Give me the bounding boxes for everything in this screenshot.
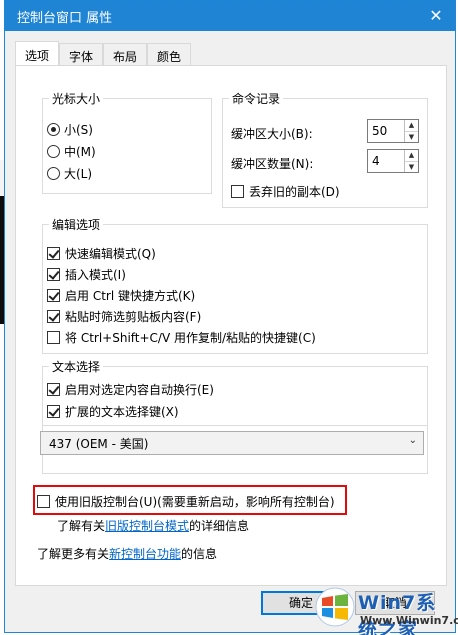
tab-strip: 选项 字体 布局 颜色	[15, 41, 192, 66]
new-console-features-link[interactable]: 新控制台功能	[109, 545, 181, 562]
radio-button-selected[interactable]	[47, 123, 60, 136]
insert-mode-option[interactable]: 插入模式(I)	[47, 266, 126, 283]
highlight-box	[33, 485, 347, 515]
edit-options-group: 编辑选项 快速编辑模式(Q) 插入模式(I) 启用 Ctrl 键快捷方式(K) …	[42, 216, 428, 354]
title-bar: 控制台窗口 属性 ✕	[5, 1, 455, 31]
cursor-size-large[interactable]: 大(L)	[47, 165, 92, 182]
checkbox-checked[interactable]	[47, 289, 60, 302]
ctrl-shortcuts-label: 启用 Ctrl 键快捷方式(K)	[65, 289, 196, 303]
checkbox[interactable]	[231, 185, 244, 198]
quick-edit-option[interactable]: 快速编辑模式(Q)	[47, 245, 156, 262]
discard-duplicates-label: 丢弃旧的副本(D)	[249, 185, 340, 199]
chevron-down-icon[interactable]: ⌄	[409, 435, 417, 446]
more-info-suffix: 的信息	[181, 547, 218, 561]
cursor-size-title: 光标大小	[49, 90, 104, 107]
more-info: 了解更多有关 新控制台功能 的信息	[37, 545, 217, 562]
cursor-size-small[interactable]: 小(S)	[47, 121, 93, 138]
stepper-down-icon[interactable]: ▼	[405, 132, 418, 143]
tab-options[interactable]: 选项	[15, 41, 60, 66]
window-title: 控制台窗口 属性	[17, 10, 113, 26]
cursor-size-medium-label: 中(M)	[64, 145, 96, 159]
stepper-up-icon[interactable]: ▲	[405, 120, 418, 132]
tab-layout[interactable]: 布局	[103, 43, 148, 65]
properties-dialog: 控制台窗口 属性 ✕ 选项 字体 布局 颜色 光标大小 小(S) 中(M) 大(…	[4, 0, 456, 633]
command-history-group: 命令记录 缓冲区大小(B): 50 ▲ ▼ 缓冲区数量(N): 4 ▲ ▼ 丢弃旧的…	[222, 90, 428, 208]
command-history-title: 命令记录	[229, 90, 284, 107]
quick-edit-label: 快速编辑模式(Q)	[65, 247, 156, 261]
legacy-info: 了解有关 旧版控制台模式 的详细信息	[57, 517, 249, 534]
filter-clipboard-option[interactable]: 粘贴时筛选剪贴板内容(F)	[47, 308, 201, 325]
line-wrap-selection-option[interactable]: 启用对选定内容自动换行(E)	[47, 381, 214, 398]
text-selection-group: 文本选择 启用对选定内容自动换行(E) 扩展的文本选择键(X)	[42, 358, 428, 426]
close-icon[interactable]: ✕	[425, 5, 447, 27]
stepper-down-icon[interactable]: ▼	[405, 162, 418, 173]
radio-button[interactable]	[47, 167, 60, 180]
checkbox-checked[interactable]	[47, 310, 60, 323]
ctrl-shift-copy-paste-option[interactable]: 将 Ctrl+Shift+C/V 用作复制/粘贴的快捷键(C)	[47, 329, 316, 346]
legacy-info-prefix: 了解有关	[57, 519, 106, 533]
edit-options-title: 编辑选项	[49, 216, 104, 233]
buffer-count-value[interactable]: 4	[368, 150, 404, 172]
buffer-size-label: 缓冲区大小(B):	[231, 127, 313, 141]
buffer-count-label: 缓冲区数量(N):	[231, 157, 314, 171]
discard-duplicates-option[interactable]: 丢弃旧的副本(D)	[231, 183, 340, 200]
filter-clipboard-label: 粘贴时筛选剪贴板内容(F)	[65, 310, 202, 324]
tab-colors[interactable]: 颜色	[147, 43, 192, 65]
codepage-dropdown[interactable]: 437 (OEM - 美国) ⌄	[40, 431, 424, 455]
line-wrap-selection-label: 启用对选定内容自动换行(E)	[65, 383, 214, 397]
more-info-prefix: 了解更多有关	[37, 547, 110, 561]
cancel-button[interactable]: 取消	[355, 591, 435, 615]
cursor-size-small-label: 小(S)	[64, 123, 93, 137]
cursor-size-medium[interactable]: 中(M)	[47, 143, 96, 160]
checkbox[interactable]	[47, 331, 60, 344]
insert-mode-label: 插入模式(I)	[65, 268, 126, 282]
cursor-size-large-label: 大(L)	[64, 167, 93, 181]
radio-button[interactable]	[47, 145, 60, 158]
checkbox-checked[interactable]	[47, 383, 60, 396]
buffer-count-stepper[interactable]: 4 ▲ ▼	[367, 149, 419, 173]
legacy-info-suffix: 的详细信息	[189, 519, 250, 533]
ctrl-shift-copy-paste-label: 将 Ctrl+Shift+C/V 用作复制/粘贴的快捷键(C)	[65, 331, 316, 345]
stepper-up-icon[interactable]: ▲	[405, 150, 418, 162]
text-selection-title: 文本选择	[49, 358, 104, 375]
cursor-size-group: 光标大小 小(S) 中(M) 大(L)	[42, 90, 212, 194]
extended-selection-keys-option[interactable]: 扩展的文本选择键(X)	[47, 403, 179, 420]
tab-font[interactable]: 字体	[59, 43, 104, 65]
extended-selection-keys-label: 扩展的文本选择键(X)	[65, 405, 179, 419]
checkbox-checked[interactable]	[47, 268, 60, 281]
checkbox-checked[interactable]	[47, 405, 60, 418]
codepage-value: 437 (OEM - 美国)	[49, 436, 149, 451]
legacy-mode-link[interactable]: 旧版控制台模式	[105, 517, 189, 534]
checkbox-checked[interactable]	[47, 247, 60, 260]
buffer-size-stepper[interactable]: 50 ▲ ▼	[367, 119, 419, 143]
ok-button[interactable]: 确定	[261, 591, 341, 615]
ctrl-shortcuts-option[interactable]: 启用 Ctrl 键快捷方式(K)	[47, 287, 195, 304]
buffer-size-value[interactable]: 50	[368, 120, 404, 142]
